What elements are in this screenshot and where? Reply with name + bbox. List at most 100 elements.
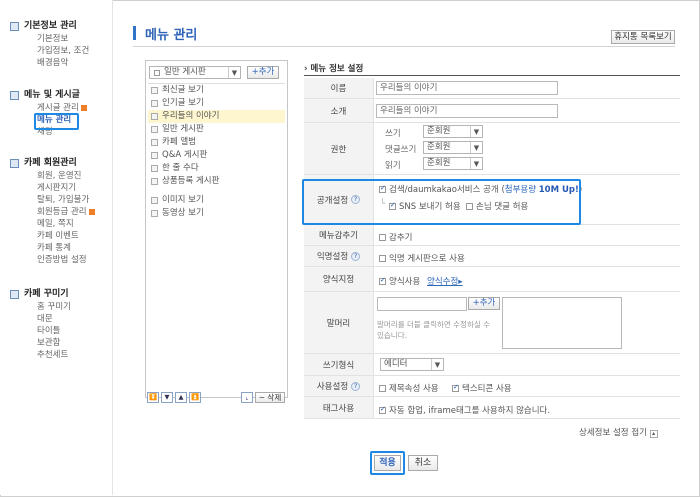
tree-item-cafe-album[interactable]: 카페 앨범 [148, 136, 285, 149]
sidebar-item-board-keepers[interactable]: 게시판지기 [24, 182, 95, 194]
form-edit-link[interactable]: 양식수정▸ [427, 275, 463, 287]
row-intro: 소개 우리들의 이야기 [304, 99, 680, 123]
sidebar-section-basic: 기본정보 관리 기본정보 가입정보, 조건 배경음악 [10, 20, 89, 69]
tag-option[interactable]: 자동 합업, iframe태그를 사용하지 않습니다. [379, 404, 550, 416]
sidebar-item-title[interactable]: 타이틀 [24, 325, 71, 337]
checkbox-icon [379, 255, 386, 262]
sidebar-item-withdraw[interactable]: 탈퇴, 가입불가 [24, 194, 95, 206]
trash-list-button[interactable]: 휴지통 목록보기 [611, 30, 675, 44]
board-icon [151, 113, 158, 120]
tree-item-product[interactable]: 상품등록 게시판 [148, 175, 285, 188]
sidebar-item-storage[interactable]: 보관함 [24, 337, 71, 349]
question-icon [151, 152, 158, 159]
settings-divider [304, 75, 680, 76]
indent-icon[interactable]: ⌞ [241, 392, 253, 403]
apply-highlight [370, 451, 405, 475]
chevron-down-icon: ▼ [431, 359, 443, 370]
hide-option[interactable]: 감추기 [379, 231, 412, 243]
sidebar-item-basic-info[interactable]: 기본정보 [24, 33, 89, 45]
head-list-box[interactable] [502, 297, 622, 349]
sidebar-item-grade[interactable]: 회원등급 관리 [24, 206, 95, 218]
title-marker-icon [133, 26, 136, 40]
sidebar-section-title: 메뉴 및 게시글 [10, 89, 87, 102]
chevron-down-icon: ▼ [228, 67, 240, 78]
perm-comment-label: 댓글쓰기 [385, 145, 417, 155]
checkbox-checked-icon [379, 276, 386, 285]
page-title: 메뉴 관리 [145, 28, 198, 43]
sidebar-section-title: 카페 회원관리 [10, 157, 95, 170]
sidebar-section-title: 카페 꾸미기 [10, 288, 71, 301]
page-icon [10, 22, 19, 31]
perm-read-label: 읽기 [385, 161, 401, 171]
sidebar-item-mail[interactable]: 메일, 쪽지 [24, 218, 95, 230]
use-title-option[interactable]: 제목속성 사용 [379, 382, 439, 394]
row-name: 이름 우리들의 이야기 [304, 78, 680, 99]
menu-tree-list: 최신글 보기 인기글 보기 우리들의 이야기 일반 게시판 카페 앨범 Q&A … [148, 83, 285, 391]
form-option[interactable]: 양식사용 [379, 275, 420, 287]
page-icon [10, 91, 19, 100]
name-input[interactable]: 우리들의 이야기 [376, 81, 558, 95]
row-form: 양식지정 양식사용 양식수정▸ [304, 267, 680, 292]
write-type-select[interactable]: 에디터 ▼ [380, 358, 444, 371]
tree-item-general-board[interactable]: 일반 게시판 [148, 123, 285, 136]
sidebar-item-gate[interactable]: 대문 [24, 313, 71, 325]
use-emoticon-option[interactable]: 텍스티콘 사용 [452, 382, 512, 394]
row-permission: 권한 쓰기 준회원 ▼ 댓글쓰기 준회원 ▼ 읽기 준회원 ▼ [304, 123, 680, 175]
board-type-select[interactable]: 일반 게시판 ▼ [149, 66, 241, 79]
help-icon[interactable]: ? [351, 251, 361, 261]
cancel-button[interactable]: 취소 [408, 455, 438, 471]
add-menu-button[interactable]: +추가 [247, 66, 279, 79]
image-icon [151, 197, 158, 204]
board-icon [154, 70, 160, 76]
intro-label: 소개 [304, 99, 374, 122]
tree-item-latest[interactable]: 최신글 보기 [148, 84, 285, 97]
video-icon [151, 210, 158, 217]
tree-item-one-line[interactable]: 한 줄 수다 [148, 162, 285, 175]
people-icon [10, 159, 19, 168]
detail-toggle[interactable]: 상세정보 설정 접기 ▴ [579, 426, 658, 438]
new-badge-icon [88, 208, 95, 215]
delete-menu-button[interactable]: − 삭제 [255, 392, 285, 403]
sidebar-item-join-info[interactable]: 가입정보, 조건 [24, 45, 89, 57]
tree-item-qna[interactable]: Q&A 게시판 [148, 149, 285, 162]
checkbox-icon [379, 385, 386, 392]
sidebar-item-stats[interactable]: 카페 통계 [24, 242, 95, 254]
cart-icon [151, 178, 158, 185]
help-icon[interactable]: ? [351, 381, 361, 391]
sidebar-item-home-deco[interactable]: 홈 꾸미기 [24, 301, 71, 313]
head-input[interactable] [377, 297, 467, 311]
anon-option[interactable]: 익명 게시판으로 사용 [379, 252, 465, 264]
move-bottom-icon[interactable]: ⏬ [147, 392, 159, 403]
tree-item-popular[interactable]: 인기글 보기 [148, 97, 285, 110]
write-type-label: 쓰기형식 [304, 354, 374, 375]
sidebar-item-event[interactable]: 카페 이벤트 [24, 230, 95, 242]
new-badge-icon [80, 104, 87, 111]
name-label: 이름 [304, 78, 374, 98]
anon-label: 익명설정? [304, 246, 374, 266]
intro-input[interactable]: 우리들의 이야기 [376, 104, 558, 118]
hide-label: 메뉴감추기 [304, 225, 374, 245]
head-add-button[interactable]: +추가 [468, 297, 500, 310]
tree-item-image-view[interactable]: 이미지 보기 [148, 194, 285, 207]
checkbox-icon [379, 234, 386, 241]
perm-comment-select[interactable]: 준회원 ▼ [423, 141, 483, 154]
sidebar-item-members[interactable]: 회원, 운영진 [24, 170, 95, 182]
perm-write-select[interactable]: 준회원 ▼ [423, 125, 483, 138]
tree-item-video-view[interactable]: 동영상 보기 [148, 207, 285, 220]
sidebar-item-bgm[interactable]: 배경음악 [24, 57, 89, 69]
checkbox-checked-icon [379, 405, 386, 414]
tree-item-our-story[interactable]: 우리들의 이야기 [148, 110, 285, 123]
chevron-up-icon: ▴ [649, 430, 658, 438]
menu-manage-highlight [34, 113, 79, 130]
move-down-icon[interactable]: ▼ [161, 392, 173, 403]
public-setting-highlight [302, 179, 581, 225]
permission-label: 권한 [304, 123, 374, 174]
row-anon: 익명설정? 익명 게시판으로 사용 [304, 246, 680, 267]
move-top-icon[interactable]: ⏫ [189, 392, 201, 403]
sidebar-item-auth[interactable]: 인증방법 설정 [24, 254, 95, 266]
sidebar-item-recommend[interactable]: 추천세트 [24, 349, 71, 361]
move-up-icon[interactable]: ▲ [175, 392, 187, 403]
chevron-down-icon: ▼ [470, 158, 482, 169]
sidebar-section-members: 카페 회원관리 회원, 운영진 게시판지기 탈퇴, 가입불가 회원등급 관리 메… [10, 157, 95, 266]
perm-read-select[interactable]: 준회원 ▼ [423, 157, 483, 170]
